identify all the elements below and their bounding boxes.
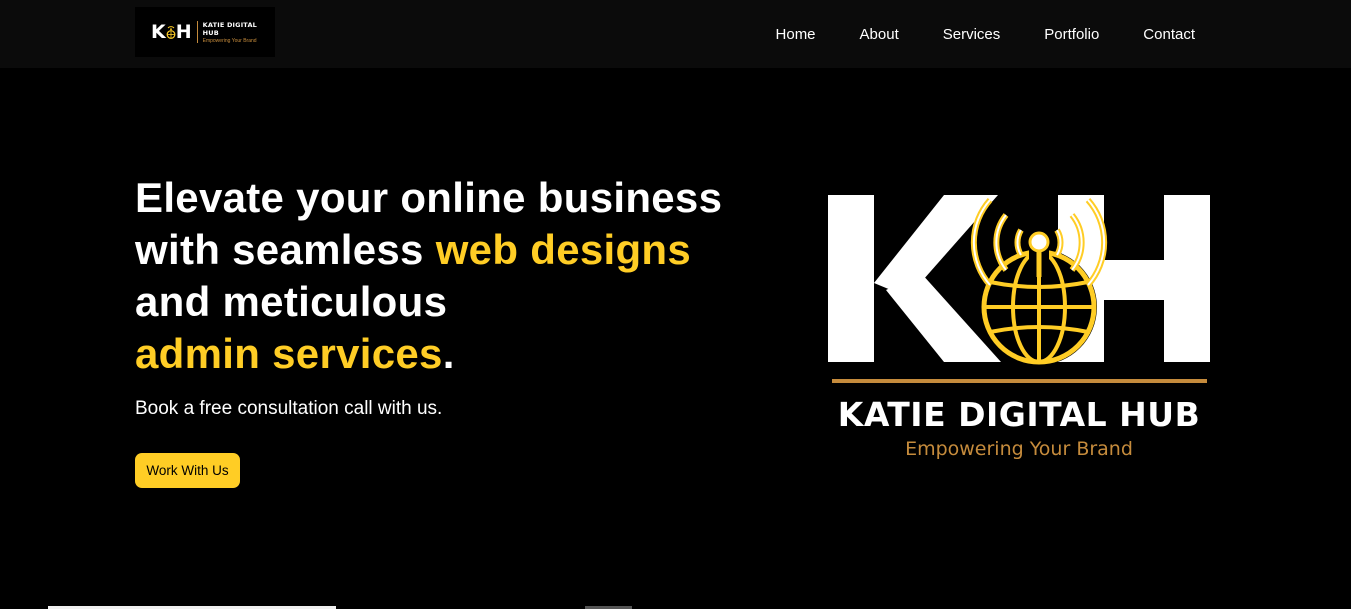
logo-underline: [832, 379, 1207, 383]
logo-letter-k: K: [151, 20, 166, 43]
nav-link-home[interactable]: Home: [776, 26, 816, 43]
headline-period: .: [442, 330, 455, 377]
globe-icon: [166, 26, 176, 39]
nav-logo[interactable]: K H KATIE DIGITAL HUB Empowering Your Br…: [135, 7, 275, 57]
brand-logo-mark: [828, 195, 1210, 383]
nav-link-about[interactable]: About: [860, 26, 899, 43]
brand-logo: KATIE DIGITAL HUB Empowering Your Brand: [826, 185, 1212, 475]
logo-divider: [196, 21, 198, 43]
brand-tagline: Empowering Your Brand: [905, 438, 1133, 460]
navbar: K H KATIE DIGITAL HUB Empowering Your Br…: [0, 0, 1351, 68]
headline-line-1: Elevate your online business: [135, 174, 723, 221]
nav-link-contact[interactable]: Contact: [1143, 26, 1195, 43]
work-with-us-button[interactable]: Work With Us: [135, 453, 240, 488]
hero-subtitle: Book a free consultation call with us.: [135, 398, 443, 419]
headline-highlight-web-designs: web designs: [435, 226, 692, 273]
headline-highlight-admin-services: admin services: [135, 330, 443, 377]
nav-link-services[interactable]: Services: [943, 26, 1001, 43]
logo-tagline: Empowering Your Brand: [202, 37, 257, 44]
brand-name: KATIE DIGITAL HUB: [837, 395, 1201, 434]
headline-line-2: with seamless: [135, 226, 436, 273]
logo-name: KATIE DIGITAL HUB: [202, 20, 258, 37]
nav-link-portfolio[interactable]: Portfolio: [1044, 26, 1099, 43]
headline-line-3: and meticulous: [135, 278, 448, 325]
hero-headline: Elevate your online business with seamles…: [135, 172, 775, 380]
logo-text: KATIE DIGITAL HUB Empowering Your Brand: [203, 21, 275, 44]
logo-mark: K H: [151, 20, 192, 43]
nav-menu: Home About Services Portfolio Contact: [776, 0, 1195, 68]
logo-letter-h: H: [175, 20, 192, 43]
